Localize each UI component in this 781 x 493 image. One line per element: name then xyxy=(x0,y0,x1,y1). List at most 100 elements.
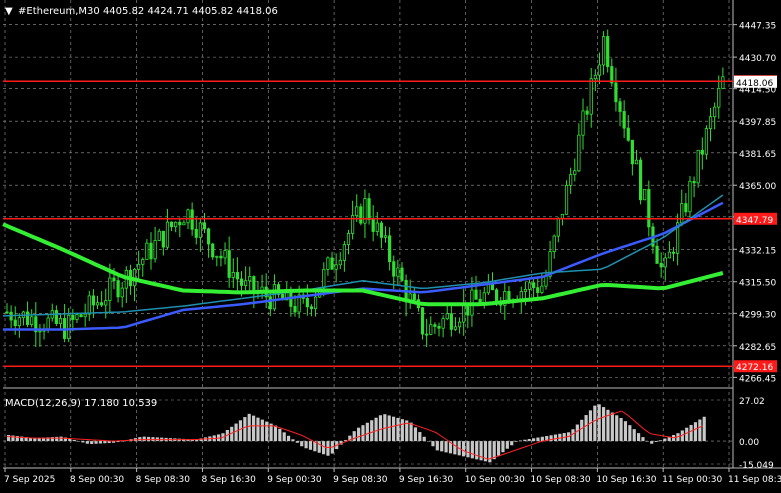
macd-bar xyxy=(693,422,698,442)
macd-bar xyxy=(273,425,278,442)
candle-body xyxy=(601,36,606,66)
macd-tick-label: 27.02 xyxy=(739,397,765,407)
chart-menu-icon[interactable]: ▼ xyxy=(5,6,13,17)
time-tick-label: 7 Sep 2025 xyxy=(4,475,55,485)
macd-bar xyxy=(409,422,413,442)
level-badge-label: 4347.79 xyxy=(736,216,773,226)
macd-bar xyxy=(85,441,89,444)
candle-body xyxy=(153,240,157,260)
candle-body xyxy=(206,228,211,245)
candle-body xyxy=(79,314,83,318)
candle-body xyxy=(671,251,676,254)
candle-body xyxy=(474,289,478,300)
macd-bar xyxy=(628,425,632,442)
macd-bar xyxy=(532,438,536,442)
macd-bar xyxy=(308,441,313,450)
macd-bar xyxy=(689,424,693,442)
candle-body xyxy=(643,189,647,201)
macd-bar xyxy=(260,419,264,442)
macd-bar xyxy=(278,428,282,442)
candle-body xyxy=(141,259,145,265)
macd-bar xyxy=(466,441,470,458)
candle-body xyxy=(95,302,100,306)
candle-body xyxy=(581,110,585,136)
candle-body xyxy=(692,180,696,184)
macd-bar xyxy=(637,433,641,442)
candle-body xyxy=(532,282,536,289)
candle-body xyxy=(564,184,569,215)
current-price-label: 4418.06 xyxy=(736,79,773,89)
trading-chart-window[interactable]: 4447.35 4430.70 4414.50 4397.85 4381.65 4365.… xyxy=(0,0,781,489)
macd-bar xyxy=(392,416,396,442)
macd-label: MACD(12,26,9) 17.180 10.539 xyxy=(5,398,157,409)
candle-body xyxy=(25,311,30,325)
price-tick-label: 4397.85 xyxy=(739,118,776,128)
macd-bar xyxy=(645,441,649,442)
candle-body xyxy=(721,76,725,89)
candle-body xyxy=(346,233,351,245)
macd-bar xyxy=(243,417,247,442)
price-tick-label: 4381.65 xyxy=(739,150,776,160)
macd-bar xyxy=(357,427,361,442)
price-tick-label: 4282.65 xyxy=(739,343,776,353)
macd-bar xyxy=(501,441,505,453)
candle-body xyxy=(227,250,231,278)
candle-body xyxy=(334,264,338,270)
macd-bar xyxy=(365,422,369,442)
candle-body xyxy=(639,159,643,201)
candle-body xyxy=(309,306,314,310)
macd-bar xyxy=(523,439,527,442)
macd-bar xyxy=(361,425,365,442)
candle-body xyxy=(231,272,235,278)
candle-body xyxy=(717,88,721,108)
macd-bar xyxy=(352,431,356,442)
candle-body xyxy=(441,318,445,329)
time-tick-label: 10 Sep 16:30 xyxy=(596,475,656,485)
time-tick-label: 8 Sep 16:30 xyxy=(201,475,256,485)
macd-bar xyxy=(619,418,623,442)
macd-bar xyxy=(440,441,444,452)
candle-body xyxy=(145,242,149,260)
candle-body xyxy=(630,139,634,165)
candle-body xyxy=(268,296,272,310)
macd-bar xyxy=(510,441,514,446)
candle-body xyxy=(239,278,244,286)
macd-bar xyxy=(593,405,597,442)
time-tick-label: 8 Sep 00:30 xyxy=(70,475,125,485)
candle-body xyxy=(437,326,441,329)
candle-body xyxy=(54,310,58,324)
macd-bar xyxy=(435,441,439,451)
price-chart[interactable]: 4447.354430.704414.504397.854381.654365.… xyxy=(0,0,781,489)
macd-bar xyxy=(658,440,663,442)
candle-body xyxy=(577,134,581,172)
macd-bar xyxy=(462,441,466,457)
macd-bar xyxy=(304,441,308,449)
macd-bar xyxy=(527,439,531,442)
candle-body xyxy=(544,275,548,287)
macd-bar xyxy=(90,441,94,444)
macd-bar xyxy=(431,441,435,447)
candle-body xyxy=(618,101,622,112)
macd-bar xyxy=(295,441,299,443)
macd-bar xyxy=(396,417,400,442)
candle-body xyxy=(663,257,667,268)
candle-body xyxy=(5,311,9,314)
time-tick-label: 10 Sep 00:30 xyxy=(465,475,525,485)
candle-body xyxy=(112,277,116,281)
candle-body xyxy=(708,116,713,129)
macd-bar xyxy=(518,440,523,442)
macd-bar xyxy=(702,416,706,442)
candle-body xyxy=(87,295,91,315)
candle-body xyxy=(104,300,108,306)
candle-body xyxy=(13,319,17,327)
macd-bar xyxy=(322,441,326,455)
candle-body xyxy=(462,303,466,323)
candle-body xyxy=(388,235,392,263)
symbol-info-line: #Ethereum,M30 4405.82 4424.71 4405.82 44… xyxy=(18,6,278,17)
candle-body xyxy=(157,230,161,241)
macd-bar xyxy=(623,421,628,442)
macd-bar xyxy=(536,437,540,442)
candle-body xyxy=(338,259,342,266)
candle-body xyxy=(606,36,610,67)
candle-body xyxy=(272,284,277,310)
